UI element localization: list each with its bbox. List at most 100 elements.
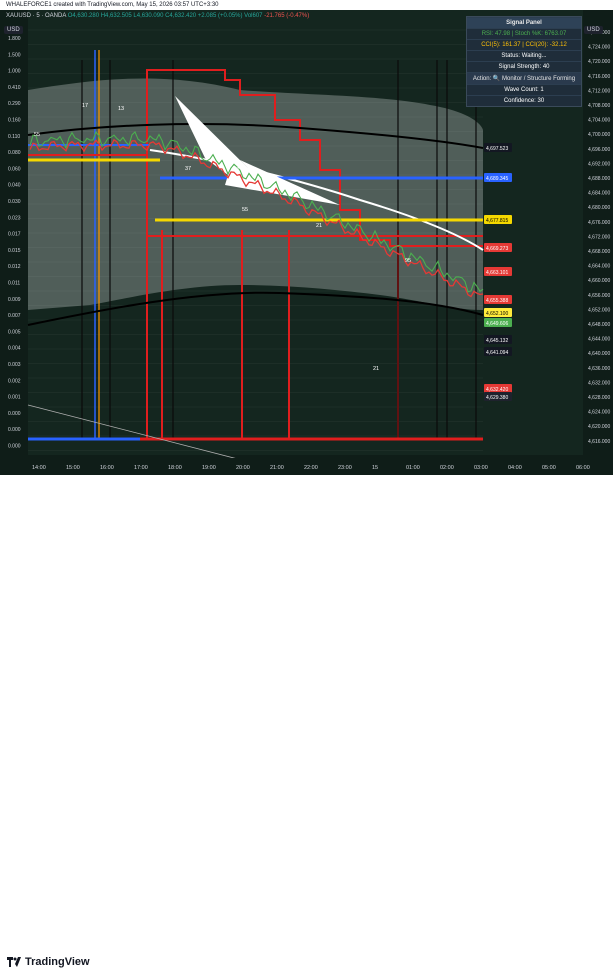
left-scale-tick: 0.030 — [8, 199, 21, 205]
left-scale-tick: 0.000 — [8, 444, 21, 450]
ohlc-values: O4,630.280 H4,632.505 L4,630.090 C4,632.… — [67, 13, 243, 19]
cci-row: CCI(5): 161.37 | CCI(20): -32.12 — [467, 39, 581, 50]
wave-label: 55 — [242, 207, 248, 213]
left-scale-tick: 0.011 — [8, 281, 20, 287]
left-scale-tick: 0.005 — [8, 329, 21, 335]
symbol-label[interactable]: XAUUSD · 5 · OANDA — [6, 13, 66, 19]
right-scale-tick: 4,672.000 — [588, 234, 610, 240]
time-tick: 03:00 — [474, 465, 488, 471]
right-scale-tick: 4,660.000 — [588, 278, 610, 284]
export-header: WHALEFORCE1 created with TradingView.com… — [0, 0, 613, 10]
left-scale-tick: 0.012 — [8, 264, 21, 270]
time-tick: 21:00 — [270, 465, 284, 471]
left-currency-label[interactable]: USD — [4, 26, 23, 34]
price-tag: 4,655.388 — [484, 295, 512, 304]
time-tick: 01:00 — [406, 465, 420, 471]
svg-text:4,655.388: 4,655.388 — [486, 298, 508, 304]
right-scale-tick: 4,692.000 — [588, 161, 610, 167]
left-scale-tick: 0.015 — [8, 248, 21, 254]
time-tick: 16:00 — [100, 465, 114, 471]
right-scale-tick: 4,644.000 — [588, 337, 610, 343]
right-currency-label[interactable]: USD — [584, 26, 603, 34]
credit-text: WHALEFORCE1 created with TradingView.com… — [6, 2, 219, 8]
time-tick: 19:00 — [202, 465, 216, 471]
right-scale-tick: 4,708.000 — [588, 103, 610, 109]
svg-text:4,649.606: 4,649.606 — [486, 321, 508, 327]
price-tag: 4,677.815 — [484, 215, 512, 224]
svg-text:4,689.345: 4,689.345 — [486, 176, 508, 182]
time-axis: 14:00 15:00 16:00 17:00 18:00 19:00 20:00 21:00… — [0, 458, 613, 475]
left-scale-tick: 0.017 — [8, 232, 21, 238]
right-scale-tick: 4,716.000 — [588, 74, 610, 80]
left-scale-tick: 0.003 — [8, 362, 21, 368]
right-scale-tick: 4,624.000 — [588, 410, 610, 416]
right-scale-tick: 4,664.000 — [588, 264, 610, 270]
svg-text:4,645.132: 4,645.132 — [486, 338, 508, 344]
strength-row: Signal Strength: 40 — [467, 61, 581, 72]
time-tick: 05:00 — [542, 465, 556, 471]
right-scale-tick: 4,640.000 — [588, 351, 610, 357]
price-tag: 4,629.380 — [484, 392, 512, 401]
time-tick: 17:00 — [134, 465, 148, 471]
status-row: Status: Waiting... — [467, 50, 581, 61]
time-tick: 04:00 — [508, 465, 522, 471]
time-tick: 14:00 — [32, 465, 46, 471]
svg-text:4,663.101: 4,663.101 — [486, 270, 508, 276]
right-scale-tick: 4,700.000 — [588, 132, 610, 138]
confidence-row: Confidence: 30 — [467, 95, 581, 106]
right-scale-tick: 4,636.000 — [588, 366, 610, 372]
right-scale-tick: 4,684.000 — [588, 191, 610, 197]
wave-count-row: Wave Count: 1 — [467, 84, 581, 95]
wave-label: 17 — [82, 103, 88, 109]
right-scale-tick: 4,648.000 — [588, 322, 610, 328]
action-row: Action: 🔍 Monitor / Structure Forming — [467, 72, 581, 84]
price-tag: 4,641.094 — [484, 347, 512, 356]
volume-value: Vol607 — [244, 13, 263, 19]
svg-text:4,652.100: 4,652.100 — [486, 311, 508, 317]
price-tag: 4,689.345 — [484, 173, 512, 182]
svg-text:4,641.094: 4,641.094 — [486, 350, 508, 356]
right-scale-tick: 4,712.000 — [588, 88, 610, 94]
right-scale-tick: 4,696.000 — [588, 147, 610, 153]
left-scale-tick: 0.060 — [8, 166, 21, 172]
left-scale-tick: 1.000 — [8, 69, 21, 75]
left-scale-tick: 0.000 — [8, 411, 21, 417]
right-price-scale: 4,728.0004,724.0004,720.0004,716.0004,71… — [588, 30, 610, 445]
left-scale-tick: 0.160 — [8, 118, 21, 124]
right-scale-tick: 4,652.000 — [588, 307, 610, 313]
svg-text:4,677.815: 4,677.815 — [486, 218, 508, 224]
signal-panel-title: Signal Panel — [467, 17, 581, 28]
price-tag: 4,697.523 — [484, 143, 512, 152]
chart-legend: XAUUSD · 5 · OANDA O4,630.280 H4,632.505… — [6, 13, 309, 19]
price-tag: 4,669.273 — [484, 243, 512, 252]
right-scale-tick: 4,668.000 — [588, 249, 610, 255]
price-tag: 4,649.606 — [484, 318, 512, 327]
left-scale-tick: 0.004 — [8, 346, 21, 352]
left-scale-tick: 1.500 — [8, 52, 21, 58]
signal-panel: Signal Panel RSI: 47.98 | Stoch %K: 6763… — [466, 16, 582, 107]
left-scale-tick: 0.007 — [8, 313, 21, 319]
right-scale-tick: 4,704.000 — [588, 118, 610, 124]
left-scale-tick: 1.800 — [8, 36, 21, 42]
left-scale-tick: 0.410 — [8, 85, 21, 91]
left-scale-tick: 0.002 — [8, 378, 21, 384]
left-scale-tick: 0.023 — [8, 215, 21, 221]
svg-text:4,629.380: 4,629.380 — [486, 395, 508, 401]
price-tag: 4,652.100 — [484, 308, 512, 317]
time-tick: 20:00 — [236, 465, 250, 471]
svg-text:4,697.523: 4,697.523 — [486, 146, 508, 152]
left-scale-tick: 0.110 — [8, 134, 20, 140]
right-scale-tick: 4,620.000 — [588, 424, 610, 430]
wave-label: 95 — [405, 258, 411, 264]
right-scale-tick: 4,628.000 — [588, 395, 610, 401]
svg-text:4,669.273: 4,669.273 — [486, 246, 508, 252]
chart-area[interactable]: 1.800 1.500 1.000 0.410 0.290 0.160 0.110 0.080… — [0, 10, 613, 475]
rsi-stoch-row: RSI: 47.98 | Stoch %K: 6763.07 — [467, 28, 581, 39]
time-tick: 23:00 — [338, 465, 352, 471]
left-price-scale: 1.800 1.500 1.000 0.410 0.290 0.160 0.110 0.080… — [8, 36, 21, 450]
right-scale-tick: 4,724.000 — [588, 45, 610, 51]
right-scale-tick: 4,632.000 — [588, 380, 610, 386]
left-scale-tick: 0.000 — [8, 427, 21, 433]
right-scale-tick: 4,680.000 — [588, 205, 610, 211]
change-value: -21.765 (-0.47%) — [264, 13, 310, 19]
